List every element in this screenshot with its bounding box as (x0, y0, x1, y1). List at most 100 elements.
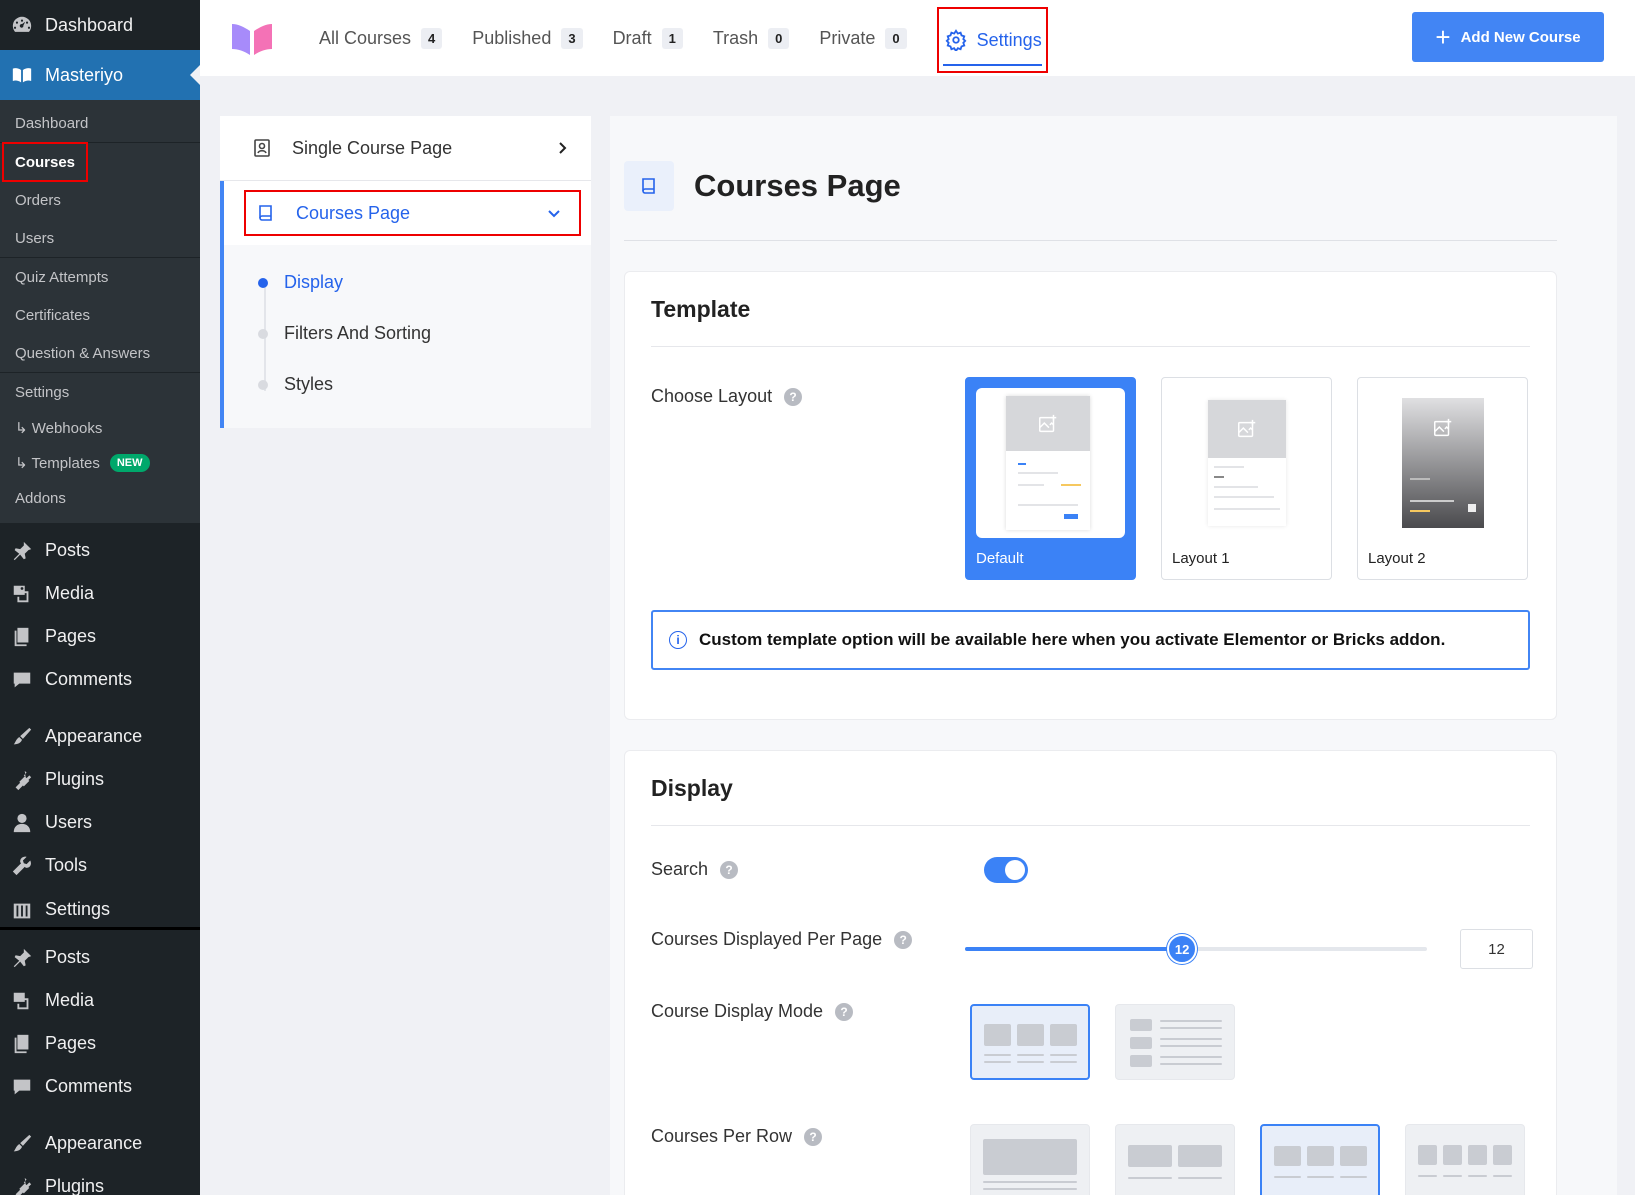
nav-courses-page[interactable]: Courses Page (224, 181, 591, 245)
submenu-orders[interactable]: Orders (0, 181, 200, 219)
submenu-label: Quiz Attempts (15, 268, 109, 286)
per-page-slider[interactable]: 12 (965, 934, 1427, 964)
subnav-dot (258, 379, 268, 390)
slider-thumb[interactable]: 12 (1167, 934, 1198, 964)
tab-trash[interactable]: Trash 0 (713, 0, 790, 76)
page-title: Courses Page (694, 168, 901, 203)
layout-name: Layout 2 (1368, 550, 1426, 567)
tab-count-badge: 0 (885, 27, 907, 49)
new-badge: NEW (109, 454, 150, 472)
template-card: Template Choose Layout ? Default Layout … (624, 271, 1557, 720)
wp-menu-plugins[interactable]: Plugins (0, 758, 200, 801)
add-new-course-button[interactable]: + Add New Course (1412, 12, 1604, 62)
submenu-label: Orders (15, 191, 61, 209)
submenu-question-answers[interactable]: Question & Answers (0, 334, 200, 372)
layout-default-option[interactable]: Default (965, 377, 1136, 580)
tab-label: Published (472, 27, 552, 48)
subnav-filters-and-sorting[interactable]: Filters And Sorting (258, 308, 591, 359)
field-label: Courses Per Row (651, 1126, 793, 1146)
help-icon[interactable]: ? (894, 930, 913, 949)
submenu-label: ↳ Webhooks (15, 420, 103, 437)
wp-menu-pages[interactable]: Pages (0, 615, 200, 658)
tab-private[interactable]: Private 0 (819, 0, 907, 76)
wp-menu-posts-2[interactable]: Posts (0, 936, 200, 979)
help-icon[interactable]: ? (784, 387, 803, 406)
wp-menu-users[interactable]: Users (0, 801, 200, 844)
image-placeholder-icon (1402, 398, 1484, 458)
submenu-label: Courses (15, 153, 76, 171)
courses-page-highlight (244, 190, 581, 236)
subnav-styles[interactable]: Styles (258, 359, 591, 410)
masteriyo-submenu: Dashboard Courses Orders Users Quiz Atte… (0, 100, 200, 523)
nav-label: Single Course Page (292, 137, 453, 158)
tab-settings[interactable]: Settings (936, 7, 1048, 73)
wp-menu-label: Dashboard (45, 14, 134, 35)
page-header: Courses Page (624, 161, 901, 211)
wp-menu-masteriyo[interactable]: Masteriyo (0, 50, 200, 100)
pages-icon (10, 1032, 34, 1056)
choose-layout-label: Choose Layout ? (651, 386, 803, 407)
submenu-addons[interactable]: Addons (0, 481, 200, 515)
layout-name: Default (976, 550, 1024, 567)
help-icon[interactable]: ? (720, 860, 739, 879)
display-card: Display Search ? Courses Displayed Per P… (624, 750, 1557, 1195)
search-toggle[interactable] (984, 857, 1028, 883)
wp-menu-posts[interactable]: Posts (0, 529, 200, 572)
help-icon[interactable]: ? (804, 1127, 823, 1146)
notice-text: Custom template option will be available… (699, 630, 1446, 649)
display-mode-list-option[interactable] (1115, 1004, 1235, 1080)
chevron-down-icon (548, 210, 560, 218)
submenu-label: Dashboard (15, 114, 89, 132)
submenu-label: ↳ Templates (15, 455, 100, 472)
tab-count-badge: 1 (661, 27, 683, 49)
pushpin-icon (10, 946, 34, 970)
image-placeholder-icon (1208, 400, 1286, 458)
per-row-3-option[interactable] (1260, 1124, 1380, 1195)
submenu-courses[interactable]: Courses (0, 142, 200, 182)
submenu-templates[interactable]: ↳ Templates NEW (0, 445, 200, 481)
wp-menu-appearance[interactable]: Appearance (0, 715, 200, 758)
wp-menu-comments[interactable]: Comments (0, 658, 200, 701)
tab-draft[interactable]: Draft 1 (613, 0, 683, 76)
wp-menu-media-2[interactable]: Media (0, 979, 200, 1022)
per-page-number-input[interactable]: 12 (1460, 929, 1533, 969)
submenu-users[interactable]: Users (0, 219, 200, 257)
layout-1-option[interactable]: Layout 1 (1161, 377, 1332, 580)
tab-all-courses[interactable]: All Courses 4 (319, 0, 443, 76)
wp-menu-pages-2[interactable]: Pages (0, 1022, 200, 1065)
submenu-dashboard[interactable]: Dashboard (0, 104, 200, 142)
wp-menu-appearance-2[interactable]: Appearance (0, 1122, 200, 1165)
tab-label: Draft (612, 27, 652, 48)
wp-menu-media[interactable]: Media (0, 572, 200, 615)
submenu-settings[interactable]: Settings (0, 373, 200, 411)
info-icon: i (669, 631, 687, 649)
nav-single-course-page[interactable]: Single Course Page (220, 116, 591, 181)
wp-menu-settings[interactable]: Settings (0, 887, 200, 927)
wp-menu-plugins-2[interactable]: Plugins (0, 1165, 200, 1195)
courses-page-subnav: Display Filters And Sorting Styles (224, 245, 591, 428)
layout-2-option[interactable]: Layout 2 (1357, 377, 1528, 580)
wp-menu-label: Users (45, 812, 93, 832)
per-row-setting-label: Courses Per Row ? (651, 1126, 823, 1147)
tab-published[interactable]: Published 3 (472, 0, 583, 76)
subnav-display[interactable]: Display (258, 257, 591, 308)
wp-menu-dashboard[interactable]: Dashboard (0, 0, 200, 50)
paintbrush-icon (10, 725, 34, 749)
per-row-2-option[interactable] (1115, 1124, 1235, 1195)
wp-menu-tools[interactable]: Tools (0, 844, 200, 887)
nav-courses-page-group: Courses Page Display Filters And Sorting… (220, 181, 591, 428)
tab-label: All Courses (319, 27, 412, 48)
per-row-4-option[interactable] (1405, 1124, 1525, 1195)
submenu-webhooks[interactable]: ↳ Webhooks (0, 411, 200, 445)
submenu-quiz-attempts[interactable]: Quiz Attempts (0, 258, 200, 296)
wp-menu-label: Media (45, 990, 95, 1010)
submenu-certificates[interactable]: Certificates (0, 296, 200, 334)
wp-menu-comments-2[interactable]: Comments (0, 1065, 200, 1108)
field-label: Choose Layout (651, 386, 773, 406)
tab-count-badge: 3 (561, 27, 583, 49)
display-mode-grid-option[interactable] (970, 1004, 1090, 1080)
wp-admin-sidebar: Dashboard Masteriyo Dashboard Courses Or… (0, 0, 200, 1195)
per-row-1-option[interactable] (970, 1124, 1090, 1195)
help-icon[interactable]: ? (835, 1002, 854, 1021)
media-icon (10, 582, 34, 606)
